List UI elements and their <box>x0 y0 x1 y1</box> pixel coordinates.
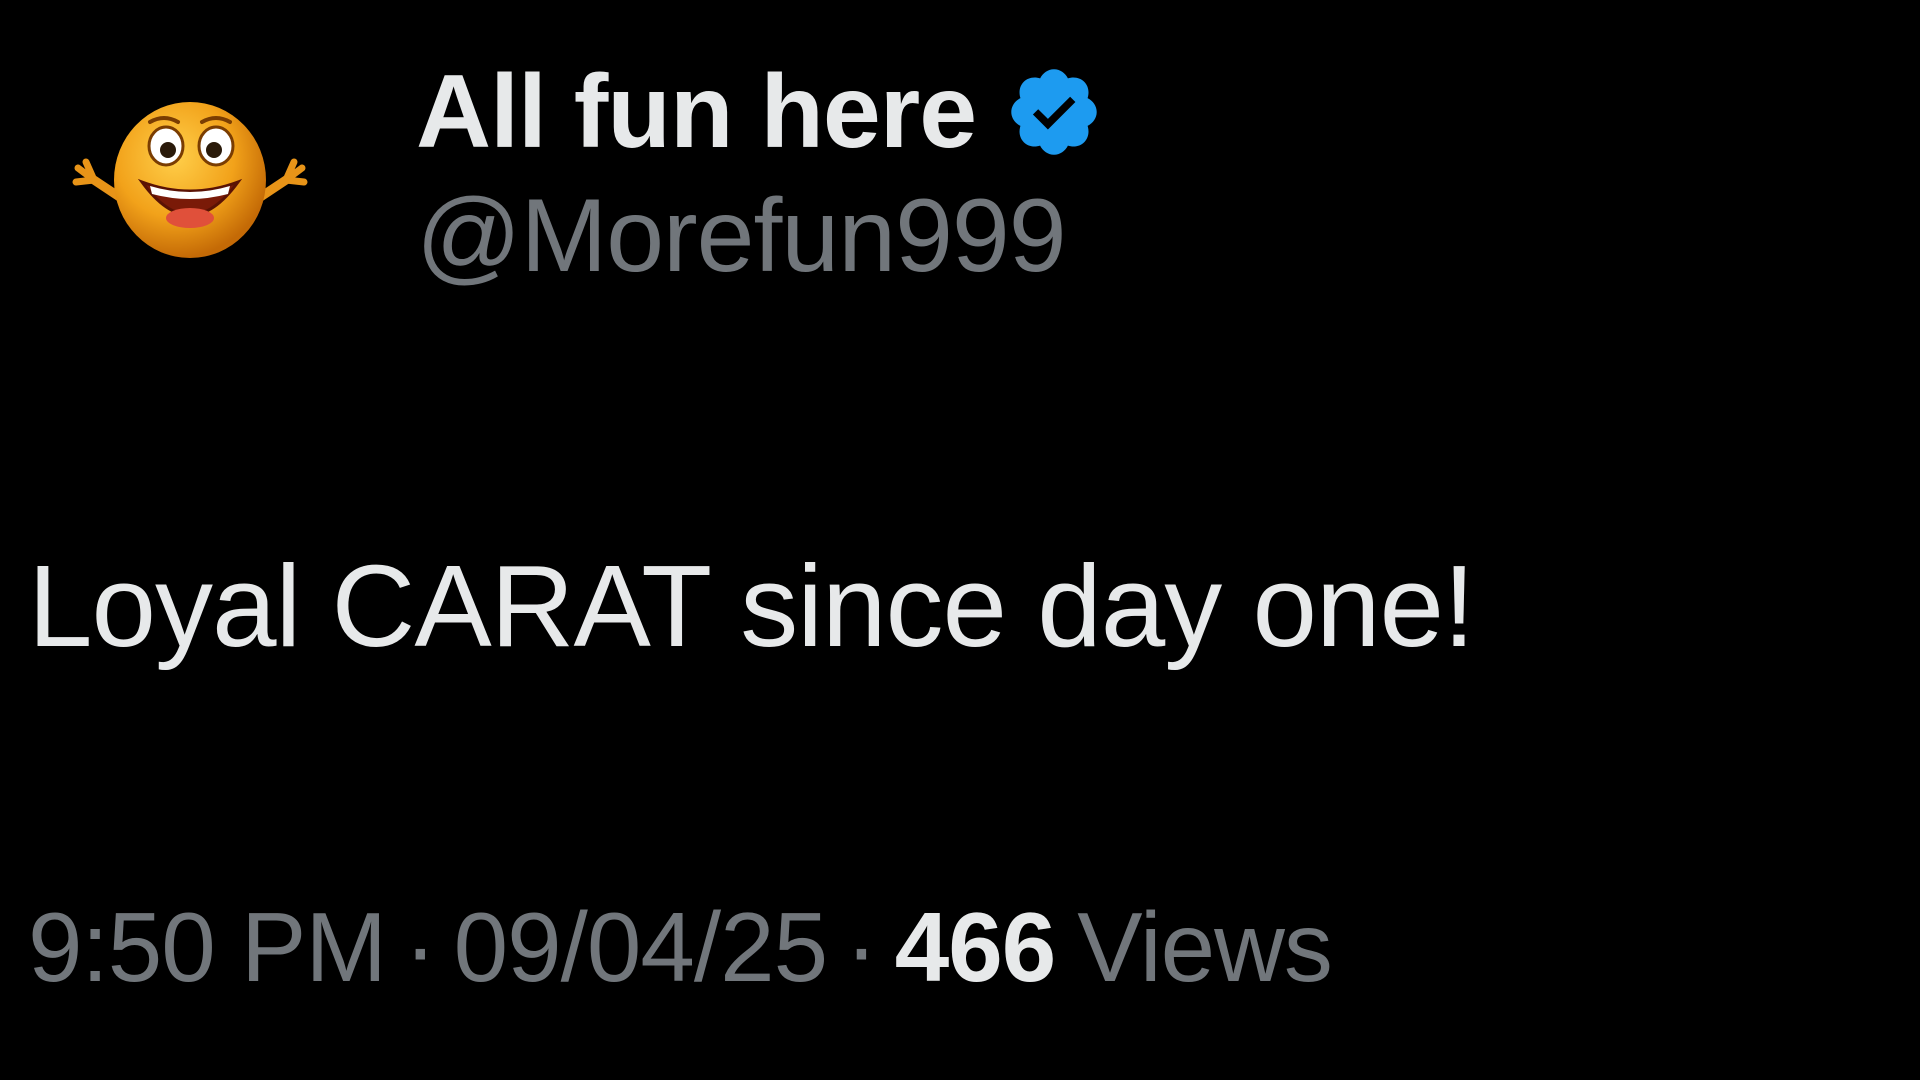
display-name[interactable]: All fun here <box>416 60 977 164</box>
views-count[interactable]: 466 <box>895 892 1057 1002</box>
tweet-meta: 9:50 PM · 09/04/25 · 466 Views <box>28 898 1333 996</box>
smiley-face-avatar-icon <box>72 102 308 258</box>
tweet-card: All fun here @Morefun999 Loyal CARAT sin… <box>0 0 1920 1080</box>
separator-dot: · <box>403 892 437 1002</box>
tweet-text: Loyal CARAT since day one! <box>28 541 1475 671</box>
tweet-date[interactable]: 09/04/25 <box>454 892 828 1002</box>
author-identity: All fun here @Morefun999 <box>416 52 1104 288</box>
views-label[interactable]: Views <box>1077 892 1333 1002</box>
tweet-time[interactable]: 9:50 PM <box>28 892 387 1002</box>
name-row: All fun here <box>416 52 1104 172</box>
verified-badge-icon[interactable] <box>1004 62 1104 162</box>
avatar[interactable] <box>64 88 316 268</box>
separator-dot: · <box>845 892 878 1002</box>
handle[interactable]: @Morefun999 <box>416 184 1104 288</box>
